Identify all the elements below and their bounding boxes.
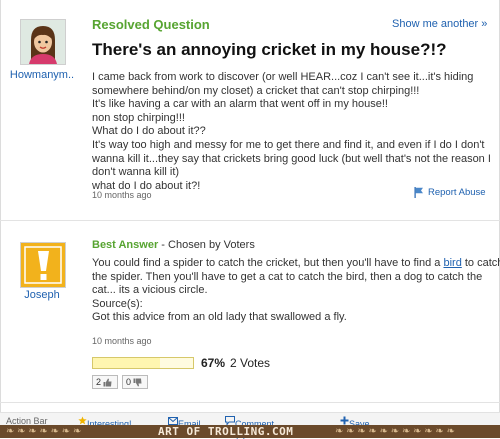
answer-line: cat... its a vicious circle. — [92, 284, 208, 297]
question-body-line: It's like having a car with an alarm tha… — [92, 98, 388, 111]
envelope-icon — [168, 417, 178, 425]
vote-percent: 67% — [201, 356, 226, 370]
source-text: Got this advice from an old lady that sw… — [92, 311, 347, 324]
answer-body: You could find a spider to catch the cri… — [92, 257, 500, 325]
thumbs-up-count: 2 — [96, 377, 102, 387]
asker-avatar[interactable] — [20, 19, 66, 65]
question-body-line: It's way too high and messy for me to ge… — [92, 138, 485, 151]
question-timestamp: 10 months ago — [92, 190, 152, 200]
chosen-by-label: - Chosen by Voters — [158, 239, 255, 251]
report-abuse-link[interactable]: Report Abuse — [414, 187, 486, 198]
question-body-line: What do I do about it?? — [92, 125, 206, 138]
sources-label: Source(s): — [92, 297, 143, 310]
answer-line: the spider. Then you'll have to get a ca… — [92, 270, 483, 283]
yahoo-exclamation-avatar-icon — [21, 243, 65, 287]
page-frame — [0, 0, 500, 438]
thumbs-down-count: 0 — [126, 377, 132, 387]
asker-username[interactable]: Howmanym.. — [5, 69, 79, 81]
swirl-ornament: ❧ ❧ ❧ ❧ ❧ ❧ ❧ — [6, 426, 82, 437]
answerer-username[interactable]: Joseph — [5, 289, 79, 301]
answer-text: You could find a spider to catch the cri… — [92, 257, 444, 269]
question-body: I came back from work to discover (or we… — [92, 71, 491, 193]
bird-link[interactable]: bird — [443, 257, 461, 269]
thumbs-down-button[interactable]: 0 — [122, 375, 148, 389]
show-another-link[interactable]: Show me another » — [392, 18, 487, 30]
best-answer-heading: Best Answer - Chosen by Voters — [92, 239, 255, 251]
plus-icon — [340, 416, 349, 425]
best-answer-label: Best Answer — [92, 239, 159, 251]
swirl-ornament: ❧ ❧ ❧ ❧ ❧ ❧ ❧ ❧ ❧ ❧ ❧ — [335, 426, 455, 437]
thumbs-up-icon — [103, 378, 112, 386]
watermark-text: ART OF TROLLING.COM — [158, 425, 294, 438]
answer-timestamp: 10 months ago — [92, 336, 152, 346]
section-divider — [0, 402, 500, 403]
thumbs-down-icon — [133, 378, 142, 386]
question-body-line: I came back from work to discover (or we… — [92, 71, 474, 83]
vote-progress-bar — [92, 357, 194, 369]
question-body-line: non stop chirping!!! — [92, 111, 185, 124]
answer-text: to catch — [461, 257, 500, 269]
section-divider — [0, 220, 500, 221]
flag-icon — [414, 187, 423, 198]
comment-icon — [225, 416, 235, 426]
answerer-avatar[interactable] — [20, 242, 66, 288]
vote-count: 2 Votes — [230, 356, 271, 370]
star-icon — [78, 416, 87, 425]
thumbs-up-button[interactable]: 2 — [92, 375, 118, 389]
question-title: There's an annoying cricket in my house?… — [92, 40, 447, 59]
question-body-line: don't wanna kill it) — [92, 166, 180, 179]
site-watermark-banner: ❧ ❧ ❧ ❧ ❧ ❧ ❧ ART OF TROLLING.COM ❧ ❧ ❧ … — [0, 425, 500, 438]
question-body-line: wanna kill it...they say that crickets b… — [92, 152, 491, 165]
vote-progress-fill — [93, 358, 160, 368]
question-body-line: somewhere behind/on my closet) a cricket… — [92, 84, 420, 97]
report-abuse-label: Report Abuse — [428, 187, 486, 198]
female-avatar-icon — [21, 20, 65, 64]
resolved-question-heading: Resolved Question — [92, 17, 210, 32]
